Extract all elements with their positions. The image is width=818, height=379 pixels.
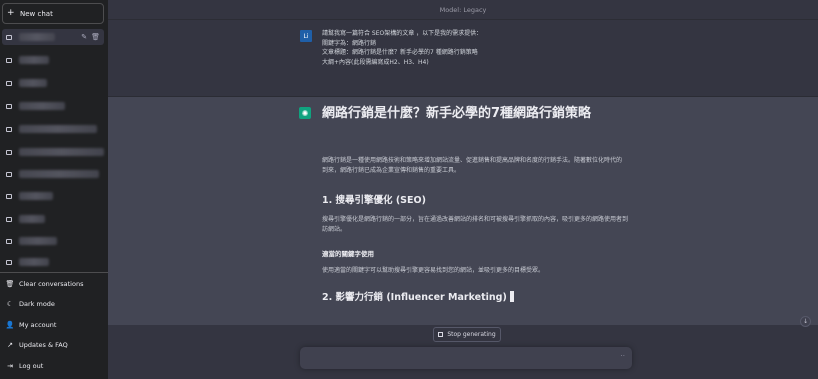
more-dots-icon[interactable]: ··	[621, 352, 625, 360]
conversation-title-redacted	[19, 170, 99, 178]
chat-bubble-icon	[6, 171, 12, 177]
plus-icon: +	[7, 8, 15, 18]
chat-bubble-icon	[6, 34, 12, 40]
menu-label: Dark mode	[19, 300, 55, 308]
conversation-title-redacted	[19, 102, 65, 110]
trash-icon[interactable]: 🗑	[91, 33, 100, 41]
conversation-item[interactable]	[2, 98, 104, 114]
external-link-icon: ↗	[7, 341, 13, 349]
updates-faq-link[interactable]: ↗ Updates & FAQ	[2, 336, 104, 354]
article-intro: 網路行銷是一種使用網路技術和策略來增加網站流量、促進銷售和提高品牌和名度的行銷手…	[322, 157, 623, 174]
user-message-line: 文章標題：網路行銷是什麼？新手必學的7 種網路行銷策略	[322, 49, 478, 56]
message-input[interactable]	[308, 352, 608, 364]
stop-icon	[438, 332, 444, 337]
menu-label: Log out	[19, 362, 44, 370]
chat-bubble-icon	[6, 103, 12, 109]
article-title: 網路行銷是什麼？新手必學的7種網路行銷策略	[322, 106, 592, 121]
influencer-heading-text: 2. 影響力行銷 (Influencer Marketing)	[322, 292, 507, 303]
conversation-title-redacted	[19, 56, 49, 64]
logout-icon: ⇥	[7, 362, 13, 370]
user-message-line: 大綱+內容(此段需編寫成H2、H3、H4)	[322, 58, 429, 66]
assistant-message: ✺ 網路行銷是什麼？新手必學的7種網路行銷策略 網路行銷是一種使用網路技術和策略…	[108, 97, 818, 325]
sidebar-divider	[0, 272, 108, 273]
message-input-container[interactable]: ··	[300, 347, 632, 369]
dark-mode-button[interactable]: ☾ Dark mode	[2, 295, 104, 313]
typing-cursor	[509, 290, 514, 302]
user-message: Li 請幫我寫一篇符合 SEO架構的文章 ，以下是我的需求提供： 關鍵字為：網路…	[108, 20, 818, 97]
sidebar: + New chat ✎ 🗑 🗑 Clear conversations ☾ D…	[0, 0, 108, 379]
conversation-title-redacted	[19, 215, 45, 223]
conversation-item[interactable]	[2, 144, 104, 160]
menu-label: Clear conversations	[19, 280, 84, 288]
section-heading-influencer: 2. 影響力行銷 (Influencer Marketing)	[322, 289, 514, 303]
conversation-title-redacted	[19, 237, 57, 245]
chat-bubble-icon	[6, 57, 12, 63]
chat-bubble-icon	[6, 216, 12, 222]
conversation-title-redacted	[18, 148, 104, 156]
chat-bubble-icon	[6, 126, 12, 132]
conversation-item[interactable]	[2, 121, 104, 137]
menu-label: My account	[19, 321, 57, 329]
stop-generating-label: Stop generating	[447, 331, 496, 338]
new-chat-label: New chat	[20, 9, 53, 18]
conversation-title-redacted	[19, 125, 97, 133]
conversation-title-redacted	[19, 192, 53, 200]
clear-conversations-button[interactable]: 🗑 Clear conversations	[2, 275, 104, 293]
trash-icon: 🗑	[5, 280, 15, 288]
moon-icon: ☾	[6, 300, 14, 308]
section-heading-seo: 1. 搜尋引擎優化 (SEO)	[322, 195, 426, 206]
user-message-line: 請幫我寫一篇符合 SEO架構的文章 ，以下是我的需求提供：	[322, 30, 483, 37]
chat-bubble-icon	[6, 80, 12, 86]
subheading-keywords: 適當的關鍵字使用	[322, 250, 374, 258]
conversation-item[interactable]: ✎ 🗑	[2, 29, 104, 45]
chat-main: Model: Legacy Li 請幫我寫一篇符合 SEO架構的文章 ，以下是我…	[108, 0, 818, 379]
openai-logo-icon: ✺	[299, 107, 311, 119]
conversation-item[interactable]	[2, 188, 104, 204]
conversation-item[interactable]	[2, 254, 104, 270]
conversation-item[interactable]	[2, 211, 104, 227]
seo-paragraph: 搜尋引擎優化是網路行銷的一部分，旨在通過改善網站的排名和可被搜尋引擎抓取的內容，…	[322, 216, 629, 233]
user-message-text: 請幫我寫一篇符合 SEO架構的文章 ，以下是我的需求提供： 關鍵字為：網路行銷 …	[322, 29, 482, 67]
chat-bubble-icon	[6, 238, 12, 244]
chat-bubble-icon	[6, 259, 12, 265]
chat-bubble-icon	[6, 193, 12, 199]
conversation-title-redacted	[19, 33, 55, 41]
stop-generating-button[interactable]: Stop generating	[433, 327, 501, 342]
keywords-paragraph: 使用適當的關鍵字可以幫助搜尋引擎更容易找到您的網站，並吸引更多的目標受眾。	[322, 267, 545, 274]
scroll-down-icon[interactable]: ↓	[800, 316, 811, 327]
conversation-item[interactable]	[2, 52, 104, 68]
log-out-button[interactable]: ⇥ Log out	[2, 357, 104, 375]
user-avatar: Li	[300, 30, 312, 42]
conversation-title-redacted	[19, 258, 49, 266]
chat-bubble-icon	[6, 149, 12, 155]
menu-label: Updates & FAQ	[19, 341, 68, 349]
conversation-item[interactable]	[2, 233, 104, 249]
new-chat-button[interactable]: + New chat	[2, 3, 104, 24]
model-label: Model: Legacy	[108, 0, 818, 20]
user-message-line: 關鍵字為：網路行銷	[322, 39, 377, 47]
edit-icon[interactable]: ✎	[81, 33, 87, 41]
my-account-button[interactable]: 👤 My account	[2, 316, 104, 334]
conversation-item[interactable]	[2, 166, 104, 182]
conversation-item[interactable]	[2, 75, 104, 91]
conversation-title-redacted	[19, 79, 47, 87]
user-icon: 👤	[5, 321, 15, 329]
app-window: + New chat ✎ 🗑 🗑 Clear conversations ☾ D…	[0, 0, 818, 379]
